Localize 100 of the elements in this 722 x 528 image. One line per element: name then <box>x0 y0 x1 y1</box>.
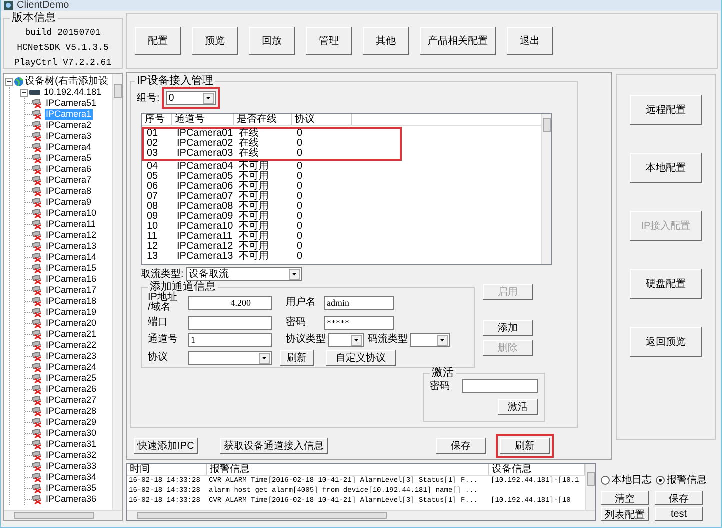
tree-item[interactable]: IPCamera15 <box>45 263 98 274</box>
tree-item[interactable]: IPCamera10 <box>45 208 98 219</box>
log-button[interactable]: 清空 <box>601 491 649 505</box>
tree-item[interactable]: IPCamera8 <box>45 186 93 197</box>
tree-item[interactable]: IPCamera34 <box>45 472 98 483</box>
tree-item[interactable]: IPCamera25 <box>45 373 98 384</box>
port-field[interactable] <box>188 316 272 330</box>
tree-item[interactable]: IPCamera2 <box>45 120 93 131</box>
action-button[interactable]: 添加 <box>483 320 533 336</box>
tree-item[interactable]: IPCamera33 <box>45 461 98 472</box>
tree-item[interactable]: IPCamera35 <box>45 483 98 494</box>
config-button[interactable]: 本地配置 <box>630 153 702 183</box>
tree-item[interactable]: IPCamera26 <box>45 384 98 395</box>
column-header[interactable]: 是否在线 <box>234 114 292 125</box>
table-cell-text: IPCamera06 <box>176 182 234 192</box>
group-dropdown[interactable]: 0 <box>166 91 216 105</box>
activate-password-field[interactable] <box>462 379 538 393</box>
tree-item[interactable]: IPCamera7 <box>45 175 93 186</box>
ip-address-field[interactable]: 4.200 <box>188 296 272 310</box>
config-button[interactable]: 硬盘配置 <box>630 269 702 299</box>
camera-icon <box>32 286 43 296</box>
config-button[interactable]: 远程配置 <box>630 95 702 125</box>
toolbar-button[interactable]: 管理 <box>306 27 352 55</box>
camera-icon <box>32 440 43 450</box>
tree-item[interactable]: IPCamera30 <box>45 428 98 439</box>
group-title: 激活 <box>431 368 455 379</box>
toolbar-button[interactable]: 产品相关配置 <box>420 27 496 55</box>
column-header[interactable]: 报警信息 <box>207 464 489 475</box>
radio-option[interactable]: 报警信息 <box>656 473 707 487</box>
tree-item[interactable]: IPCamera23 <box>45 351 98 362</box>
action-button[interactable]: 保存 <box>436 438 486 454</box>
tree-item[interactable]: 10.192.44.181 <box>43 87 103 98</box>
tree-item[interactable]: IPCamera51 <box>45 98 98 109</box>
toolbar-button[interactable]: 配置 <box>135 27 181 55</box>
tree-item[interactable]: IPCamera9 <box>45 197 93 208</box>
version-text: build 20150701 <box>24 27 102 40</box>
tree-item[interactable]: IPCamera14 <box>45 252 98 263</box>
protocol-dropdown[interactable] <box>188 351 272 365</box>
protocol-type-dropdown[interactable] <box>328 333 364 347</box>
tree-item[interactable]: IPCamera4 <box>45 142 93 153</box>
stream-dropdown[interactable] <box>410 333 450 347</box>
action-button[interactable]: 快速添加IPC <box>134 438 198 454</box>
log-button[interactable]: 保存 <box>655 491 703 505</box>
column-header[interactable]: 时间 <box>127 464 207 475</box>
scrollbar[interactable] <box>585 464 595 510</box>
username-field[interactable]: admin <box>324 296 394 310</box>
tree-item[interactable]: IPCamera28 <box>45 406 98 417</box>
collapse-toggle[interactable] <box>20 88 28 96</box>
tree-item[interactable]: IPCamera18 <box>45 296 98 307</box>
refresh-button[interactable]: 刷新 <box>280 350 314 366</box>
scrollbar[interactable] <box>127 510 595 520</box>
toolbar-button[interactable]: 回放 <box>249 27 295 55</box>
tree-item[interactable]: IPCamera22 <box>45 340 98 351</box>
custom-protocol-button[interactable]: 自定义协议 <box>326 350 396 366</box>
tree-item[interactable]: IPCamera36 <box>45 494 98 505</box>
tree-item[interactable]: IPCamera5 <box>45 153 93 164</box>
activate-button[interactable]: 激活 <box>498 399 538 415</box>
camera-icon <box>32 98 43 108</box>
scrollbar[interactable] <box>4 510 122 520</box>
tree-item[interactable]: IPCamera31 <box>45 439 98 450</box>
camera-icon <box>32 142 43 152</box>
toolbar-button[interactable]: 退出 <box>507 27 553 55</box>
tree-item[interactable]: IPCamera24 <box>45 362 98 373</box>
config-button[interactable]: 返回预览 <box>630 327 702 357</box>
channel-field[interactable]: 1 <box>188 333 272 347</box>
tree-item[interactable]: IPCamera17 <box>45 285 98 296</box>
stream-type-dropdown[interactable]: 设备取流 <box>186 267 302 281</box>
tree-item[interactable]: IPCamera12 <box>45 230 98 241</box>
tree-item[interactable]: IPCamera27 <box>45 395 98 406</box>
camera-icon <box>32 274 43 284</box>
tree-item[interactable]: IPCamera29 <box>45 417 98 428</box>
tree-item[interactable]: IPCamera3 <box>45 131 93 142</box>
field-label: 用户名 <box>286 298 317 308</box>
tree-item[interactable]: IPCamera6 <box>45 164 93 175</box>
table-cell-text: 在线 <box>238 139 260 149</box>
camera-icon <box>32 308 43 318</box>
radio-option[interactable]: 本地日志 <box>601 473 652 487</box>
tree-item[interactable]: IPCamera32 <box>45 450 98 461</box>
table-cell-text: IPCamera10 <box>176 222 234 232</box>
tree-item[interactable]: IPCamera16 <box>45 274 98 285</box>
log-button[interactable]: test <box>655 507 703 521</box>
log-button[interactable]: 列表配置 <box>601 507 649 521</box>
scrollbar[interactable] <box>541 114 551 264</box>
tree-item[interactable]: 设备树(右击添加设 <box>25 76 108 87</box>
column-header[interactable]: 通道号 <box>172 114 234 125</box>
toolbar-button[interactable]: 其他 <box>363 27 409 55</box>
password-field[interactable]: ***** <box>324 316 394 330</box>
tree-item[interactable]: IPCamera13 <box>45 241 98 252</box>
tree-item[interactable]: IPCamera11 <box>45 219 97 230</box>
toolbar-button[interactable]: 预览 <box>192 27 238 55</box>
action-button[interactable]: 刷新 <box>500 438 550 454</box>
scrollbar[interactable] <box>112 74 122 510</box>
camera-icon <box>32 264 43 274</box>
table-cell-text: 不可用 <box>238 162 270 172</box>
tree-item[interactable]: IPCamera21 <box>45 329 98 340</box>
collapse-toggle[interactable] <box>5 78 13 86</box>
table-cell-text: 06 <box>146 182 160 192</box>
tree-item[interactable]: IPCamera20 <box>45 318 98 329</box>
action-button[interactable]: 获取设备通道接入信息 <box>220 438 328 454</box>
tree-item[interactable]: IPCamera19 <box>45 307 98 318</box>
